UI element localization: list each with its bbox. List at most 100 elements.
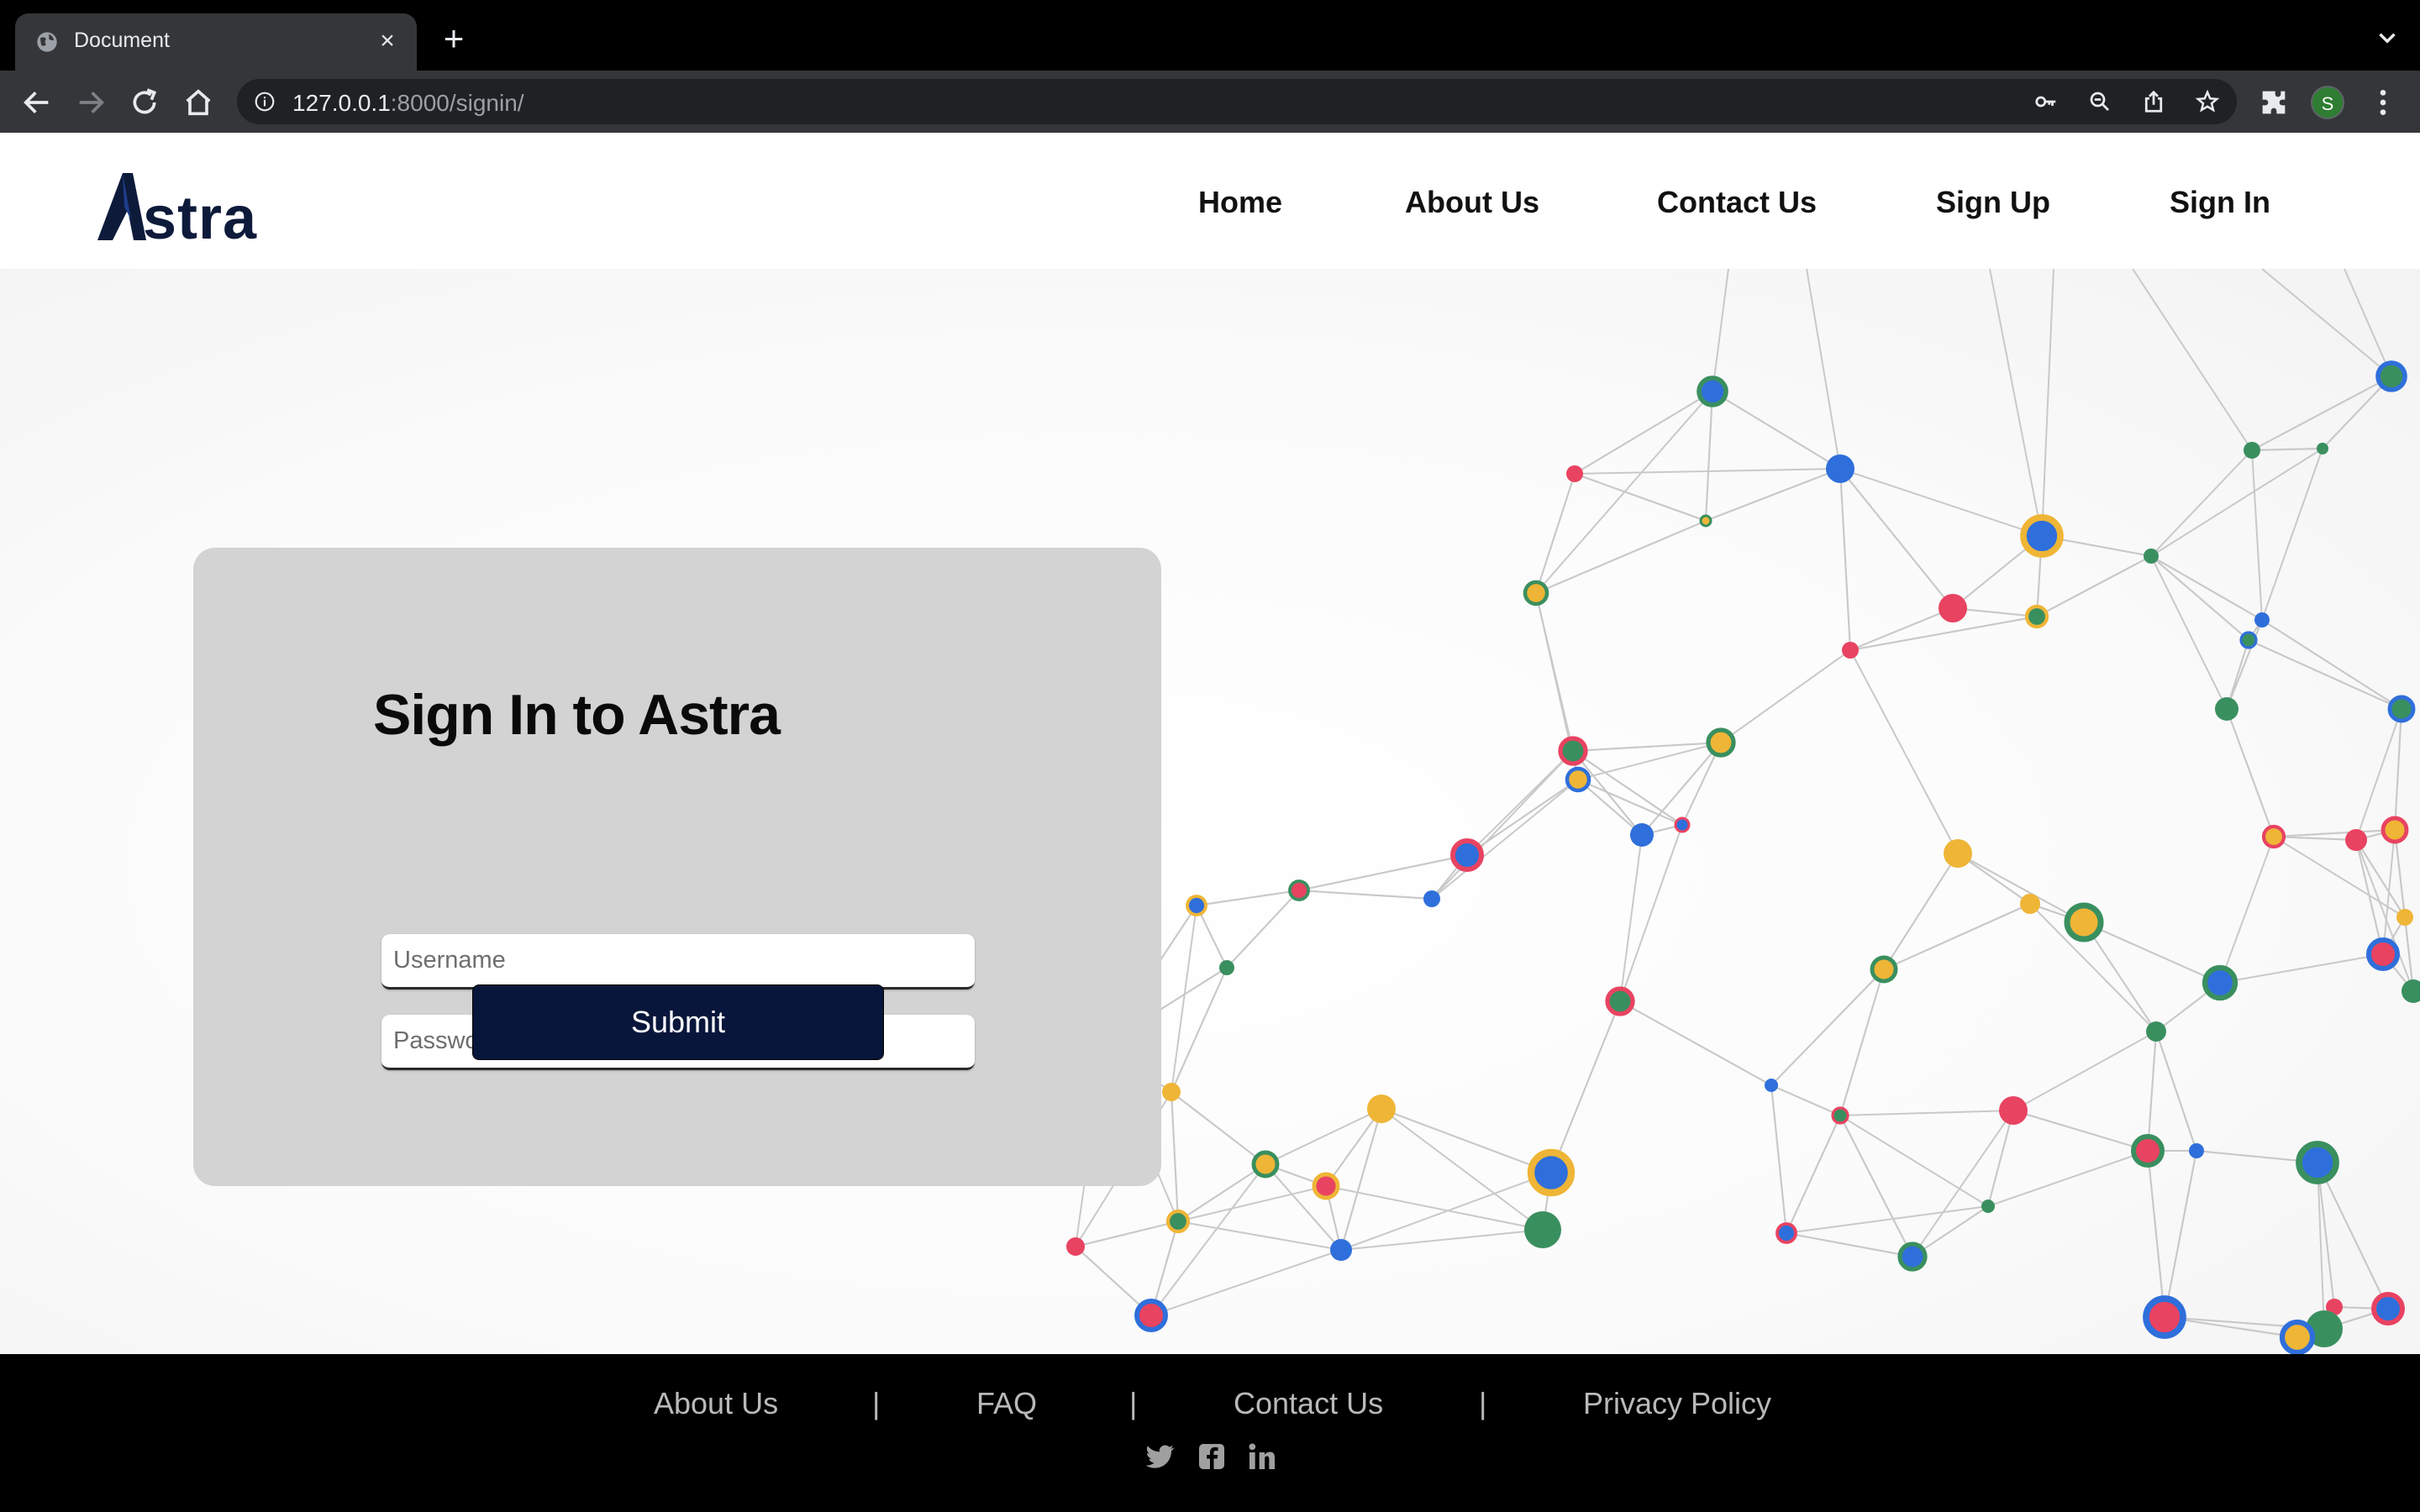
network-edge	[1989, 269, 2043, 537]
nav-contact-us[interactable]: Contact Us	[1657, 185, 1817, 220]
network-edge	[1381, 1108, 1552, 1173]
network-edge	[1912, 1110, 2014, 1257]
url-text[interactable]: 127.0.0.1:8000/signin/	[292, 90, 524, 117]
info-icon[interactable]	[254, 91, 276, 113]
forward-arrow-icon[interactable]	[74, 86, 108, 119]
nav-home[interactable]: Home	[1198, 185, 1282, 220]
network-edge	[1806, 269, 1841, 470]
network-node	[1527, 1148, 1576, 1197]
nav-sign-in[interactable]: Sign In	[2170, 185, 2270, 220]
hero-section: Sign In to Astra Submit	[0, 269, 2420, 1354]
footer-separator: |	[1479, 1386, 1487, 1420]
network-edge	[2036, 555, 2152, 617]
bookmark-star-icon[interactable]	[2195, 89, 2220, 114]
network-edge	[2226, 708, 2275, 837]
network-node	[2387, 695, 2416, 723]
network-edge	[2344, 269, 2392, 377]
network-edge	[1957, 853, 2085, 923]
network-node	[1831, 1106, 1849, 1125]
menu-kebab-icon[interactable]	[2366, 86, 2400, 119]
network-edge	[1574, 473, 1707, 522]
network-node	[1251, 1150, 1280, 1179]
network-edge	[1298, 890, 1433, 900]
network-edge	[1712, 391, 1841, 470]
network-edge	[1340, 1172, 1552, 1251]
tab-title: Document	[74, 29, 170, 52]
network-edge	[1619, 824, 1683, 1002]
network-edge	[2261, 619, 2402, 710]
network-edge	[1839, 1115, 1913, 1257]
network-edge	[1431, 779, 1579, 900]
zoom-icon[interactable]	[2087, 89, 2112, 114]
network-edge	[1770, 1084, 1841, 1116]
browser-tab-bar: Document × +	[0, 0, 2420, 71]
chevron-down-icon[interactable]	[2373, 24, 2402, 52]
network-node	[2345, 829, 2367, 851]
network-node	[1450, 838, 1484, 872]
network-edge	[2132, 269, 2253, 451]
network-node	[1981, 1200, 1995, 1213]
network-node	[2366, 937, 2400, 971]
network-edge	[2219, 836, 2275, 984]
close-tab-icon[interactable]: ×	[373, 27, 402, 55]
network-node	[1565, 766, 1591, 793]
network-edge	[1226, 890, 1300, 969]
network-edge	[1720, 649, 1851, 743]
network-edge	[2150, 555, 2249, 641]
network-edge	[1786, 1232, 1913, 1257]
footer-contact-us[interactable]: Contact Us	[1234, 1386, 1383, 1421]
home-icon[interactable]	[182, 86, 215, 119]
web-page: stra Home About Us Contact Us Sign Up Si…	[0, 133, 2420, 1512]
network-node	[1776, 1222, 1797, 1244]
network-node	[2215, 697, 2238, 721]
network-edge	[1574, 391, 1713, 475]
new-tab-icon[interactable]: +	[437, 21, 471, 56]
extensions-icon[interactable]	[2257, 86, 2291, 119]
network-edge	[1340, 1108, 1382, 1251]
network-node	[2296, 1141, 2339, 1184]
nav-sign-up[interactable]: Sign Up	[1936, 185, 2050, 220]
network-node	[2396, 909, 2413, 926]
network-edge	[2164, 1150, 2197, 1318]
network-node	[1523, 580, 1549, 606]
network-edge	[1577, 742, 1722, 780]
twitter-icon[interactable]	[1143, 1440, 1176, 1473]
network-edge	[1786, 1205, 1989, 1234]
network-node	[2239, 631, 2258, 649]
footer-separator: |	[1129, 1386, 1138, 1420]
back-arrow-icon[interactable]	[20, 86, 54, 119]
facebook-icon[interactable]	[1195, 1440, 1228, 1473]
network-node	[1605, 986, 1635, 1016]
network-node	[1165, 1209, 1191, 1234]
share-icon[interactable]	[2141, 89, 2166, 114]
network-edge	[2273, 836, 2406, 918]
key-icon[interactable]	[2033, 89, 2059, 114]
network-node	[2144, 549, 2159, 564]
footer-faq[interactable]: FAQ	[976, 1386, 1037, 1421]
network-node	[1066, 1237, 1085, 1256]
network-edge	[2251, 375, 2392, 451]
network-edge	[2317, 1162, 2389, 1310]
reload-icon[interactable]	[128, 86, 161, 119]
network-edge	[2012, 1110, 2149, 1152]
network-node	[2317, 443, 2328, 454]
astra-logo[interactable]: stra	[94, 168, 262, 244]
network-edge	[1619, 1000, 1772, 1086]
network-edge	[1381, 1108, 1544, 1231]
linkedin-icon[interactable]	[1245, 1440, 1279, 1473]
signin-card: Sign In to Astra Submit	[193, 548, 1161, 1186]
nav-about-us[interactable]: About Us	[1405, 185, 1539, 220]
network-node	[2381, 816, 2409, 844]
footer-privacy-policy[interactable]: Privacy Policy	[1583, 1386, 1771, 1421]
network-node	[1870, 955, 1898, 984]
footer-separator: |	[872, 1386, 881, 1420]
username-input[interactable]	[381, 934, 975, 990]
network-node	[1312, 1172, 1340, 1200]
address-bar[interactable]: 127.0.0.1:8000/signin/	[237, 79, 2237, 124]
profile-avatar[interactable]: S	[2311, 86, 2344, 119]
network-edge	[1075, 1221, 1179, 1247]
browser-tab[interactable]: Document ×	[15, 13, 417, 71]
submit-button[interactable]: Submit	[472, 984, 884, 1060]
site-footer: About Us | FAQ | Contact Us | Privacy Po…	[0, 1354, 2420, 1512]
footer-about-us[interactable]: About Us	[654, 1386, 778, 1421]
